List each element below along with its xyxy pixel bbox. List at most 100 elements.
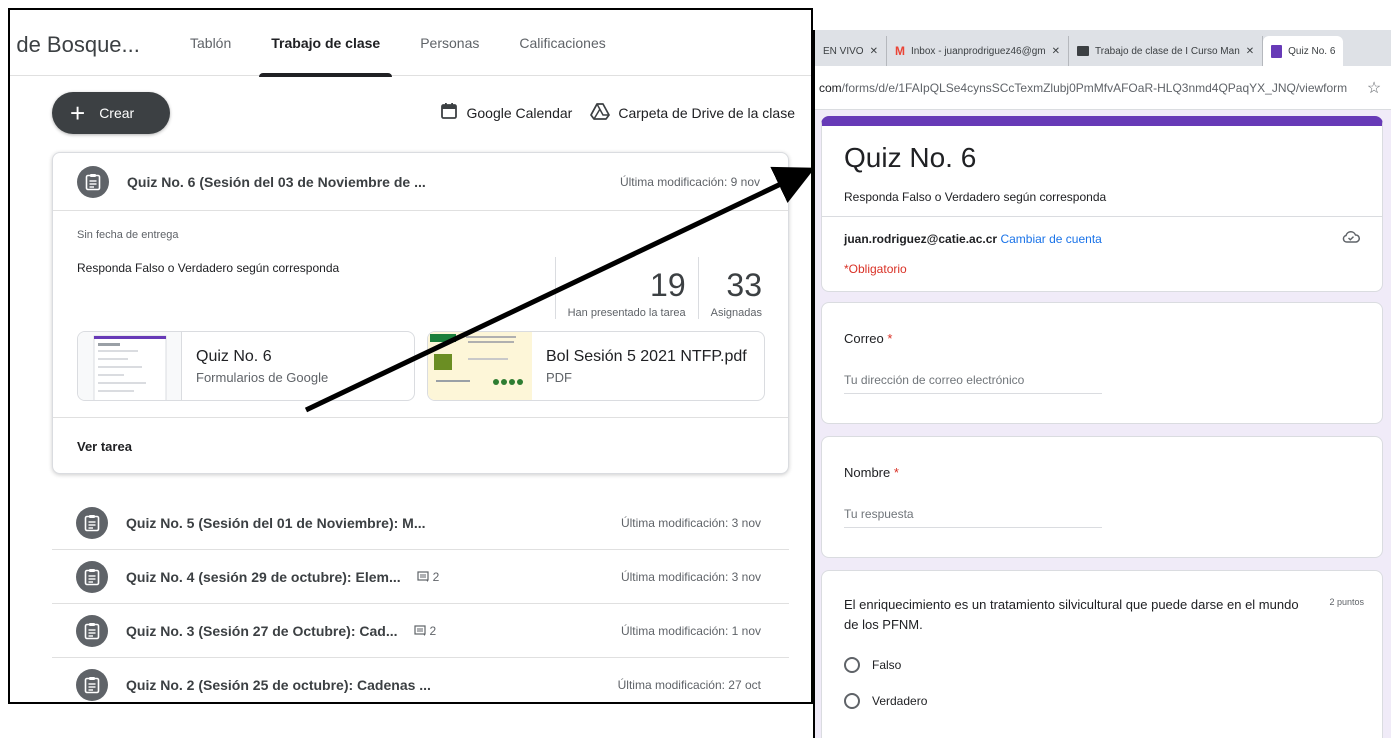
- close-icon[interactable]: ✕: [870, 46, 878, 57]
- classroom-icon: [1077, 46, 1090, 56]
- star-icon[interactable]: ☆: [1357, 78, 1391, 98]
- assignment-icon: [77, 165, 109, 198]
- form-title: Quiz No. 6: [844, 142, 977, 173]
- toolbar-links: Google Calendar Carpeta de Drive de la c…: [440, 102, 795, 123]
- turned-in-stat[interactable]: 19 Han presentado la tarea: [554, 257, 698, 319]
- calendar-icon: [440, 102, 458, 123]
- question-text: El enriquecimiento es un tratamiento sil…: [844, 597, 1299, 632]
- radio-button[interactable]: [844, 693, 860, 709]
- close-icon[interactable]: ✕: [1246, 46, 1254, 57]
- assignment-icon: [76, 506, 108, 539]
- create-button[interactable]: + Crear: [52, 92, 170, 134]
- comment-count-value: 2: [432, 569, 440, 584]
- assignment-card-expanded: Quiz No. 6 (Sesión del 03 de Noviembre d…: [52, 152, 789, 474]
- list-item-modified: Última modificación: 3 nov: [620, 515, 761, 530]
- attachment-pdf[interactable]: Bol Sesión 5 2021 NTFP.pdf PDF: [427, 331, 765, 401]
- attachment-form-title: Quiz No. 6: [196, 348, 272, 365]
- close-icon[interactable]: ✕: [1052, 46, 1060, 57]
- tab-trabajo-de-clase[interactable]: Trabajo de clase: [251, 10, 400, 77]
- list-item-modified: Última modificación: 27 oct: [617, 677, 761, 692]
- assignment-header[interactable]: Quiz No. 6 (Sesión del 03 de Noviembre d…: [53, 153, 788, 211]
- question-label-text: Correo: [844, 331, 884, 346]
- classroom-top-nav: o de Bosque... Tablón Trabajo de clase P…: [10, 10, 811, 77]
- question-label-text: Nombre: [844, 465, 891, 480]
- google-calendar-link[interactable]: Google Calendar: [440, 102, 572, 123]
- forms-browser-panel: EN VIVO ✕ M Inbox - juanprodriguez46@gm …: [813, 30, 1391, 738]
- attachment-pdf-title: Bol Sesión 5 2021 NTFP.pdf: [546, 348, 747, 365]
- required-asterisk: *: [893, 465, 899, 480]
- option-falso[interactable]: Falso: [844, 657, 901, 673]
- course-title[interactable]: o de Bosque...: [10, 32, 140, 58]
- account-email: juan.rodriguez@catie.ac.cr: [844, 232, 998, 246]
- browser-tab-classroom[interactable]: Trabajo de clase de I Curso Man ✕: [1069, 36, 1264, 66]
- address-bar[interactable]: com/forms/d/e/1FAIpQLSe4cynsSCcTexmZlubj…: [815, 66, 1391, 110]
- classwork-toolbar: + Crear Google Calendar Carpeta de Drive…: [52, 92, 795, 136]
- list-item[interactable]: Quiz No. 2 (Sesión 25 de octubre): Caden…: [52, 658, 789, 702]
- attachments: Quiz No. 6 Formularios de Google Bol Ses…: [77, 331, 765, 401]
- attachment-pdf-type: PDF: [546, 370, 572, 385]
- required-asterisk: *: [887, 331, 893, 346]
- question-label: Correo *: [844, 331, 892, 346]
- pdf-thumbnail: [428, 332, 532, 400]
- attachment-pdf-text: Bol Sesión 5 2021 NTFP.pdf PDF: [532, 332, 747, 400]
- attachment-form-type: Formularios de Google: [196, 370, 329, 385]
- drive-folder-label: Carpeta de Drive de la clase: [618, 104, 795, 121]
- assignment-stats: 19 Han presentado la tarea 33 Asignadas: [554, 257, 774, 319]
- form-thumbnail: [78, 332, 182, 400]
- comment-count: 2: [417, 569, 440, 584]
- list-item-title: Quiz No. 2 (Sesión 25 de octubre): Caden…: [126, 676, 431, 693]
- attachment-form[interactable]: Quiz No. 6 Formularios de Google: [77, 331, 415, 401]
- option-verdadero[interactable]: Verdadero: [844, 693, 927, 709]
- question-label: Nombre *: [844, 465, 899, 480]
- account-info: juan.rodriguez@catie.ac.cr Cambiar de cu…: [844, 232, 1102, 246]
- browser-tab-inbox[interactable]: M Inbox - juanprodriguez46@gm ✕: [887, 36, 1070, 66]
- list-item-title: Quiz No. 5 (Sesión del 01 de Noviembre):…: [126, 514, 426, 531]
- forms-icon: [1271, 44, 1283, 58]
- google-calendar-label: Google Calendar: [466, 104, 573, 121]
- list-item[interactable]: Quiz No. 4 (sesión 29 de octubre): Elem.…: [52, 550, 789, 604]
- browser-tab-live[interactable]: EN VIVO ✕: [815, 36, 887, 66]
- url-text: com/forms/d/e/1FAIpQLSe4cynsSCcTexmZlubj…: [819, 81, 1357, 95]
- assigned-label: Asignadas: [710, 307, 762, 319]
- name-field[interactable]: Tu respuesta: [844, 507, 1102, 528]
- view-assignment-link[interactable]: Ver tarea: [53, 417, 788, 475]
- comment-count-value: 2: [429, 623, 437, 638]
- form-description: Responda Falso o Verdadero según corresp…: [844, 190, 1107, 204]
- tab-tablon[interactable]: Tablón: [170, 10, 251, 76]
- divider: [822, 216, 1382, 217]
- question-card-email: Correo * Tu dirección de correo electrón…: [821, 302, 1383, 424]
- tab-personas[interactable]: Personas: [400, 10, 499, 76]
- plus-icon: +: [70, 98, 86, 128]
- list-item-title: Quiz No. 3 (Sesión 27 de Octubre): Cad..…: [126, 622, 398, 639]
- assigned-count: 33: [726, 266, 762, 303]
- email-field[interactable]: Tu dirección de correo electrónico: [844, 373, 1102, 394]
- gmail-icon: M: [894, 44, 905, 58]
- required-note: *Obligatorio: [844, 262, 907, 276]
- list-item[interactable]: Quiz No. 3 (Sesión 27 de Octubre): Cad..…: [52, 604, 789, 658]
- assignment-list: Quiz No. 5 (Sesión del 01 de Noviembre):…: [52, 496, 789, 702]
- browser-tab-label: Quiz No. 6: [1288, 45, 1336, 57]
- tab-calificaciones[interactable]: Calificaciones: [499, 10, 625, 76]
- drive-folder-link[interactable]: Carpeta de Drive de la clase: [590, 102, 795, 123]
- radio-button[interactable]: [844, 657, 860, 673]
- drive-icon: [590, 102, 611, 123]
- browser-tab-quiz[interactable]: Quiz No. 6: [1263, 36, 1344, 66]
- option-label: Falso: [872, 658, 902, 672]
- turned-in-label: Han presentado la tarea: [567, 307, 686, 319]
- attachment-form-text: Quiz No. 6 Formularios de Google: [182, 332, 328, 400]
- comment-icon: [417, 570, 429, 582]
- assignment-icon: [76, 668, 108, 701]
- browser-tab-label: Inbox - juanprodriguez46@gm: [910, 45, 1046, 57]
- cloud-icon: [1342, 230, 1360, 249]
- option-label: Verdadero: [872, 694, 928, 708]
- browser-tab-label: Trabajo de clase de I Curso Man: [1095, 45, 1240, 57]
- list-item[interactable]: Quiz No. 5 (Sesión del 01 de Noviembre):…: [52, 496, 789, 550]
- question-card-multiple-choice: El enriquecimiento es un tratamiento sil…: [821, 570, 1383, 738]
- turned-in-count: 19: [650, 266, 686, 303]
- due-date: Sin fecha de entrega: [77, 229, 179, 241]
- switch-account-link[interactable]: Cambiar de cuenta: [1000, 232, 1101, 246]
- assigned-stat[interactable]: 33 Asignadas: [697, 257, 774, 319]
- assignment-title: Quiz No. 6 (Sesión del 03 de Noviembre d…: [127, 173, 426, 190]
- comment-count: 2: [413, 623, 437, 638]
- points-label: 2 puntos: [1329, 597, 1364, 607]
